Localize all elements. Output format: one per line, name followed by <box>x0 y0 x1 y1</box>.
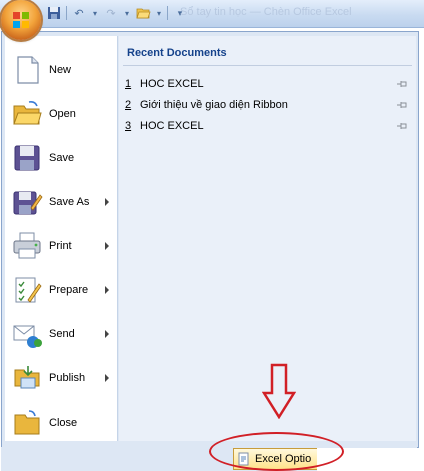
recent-documents-heading: Recent Documents <box>127 47 227 59</box>
recent-document-item[interactable]: 2 Giới thiệu về giao diện Ribbon <box>125 96 410 114</box>
menu-item-label: Save <box>49 152 75 164</box>
cropped-area <box>317 448 424 471</box>
save-as-icon <box>13 191 43 215</box>
menu-item-label: Publish <box>49 372 86 384</box>
open-icon[interactable] <box>135 5 151 21</box>
menu-item-open[interactable]: Open <box>5 93 117 135</box>
red-arrow-annotation <box>262 363 296 419</box>
publish-icon <box>14 366 40 389</box>
pin-icon[interactable] <box>396 121 408 131</box>
menu-item-label: Prepare <box>49 284 89 296</box>
qat-separator <box>66 6 67 20</box>
command-list: New Open Save Save As Print Prepare Send… <box>5 36 118 441</box>
title-bar: ↶ ▾ ↷ ▾ ▾ ▾ Sổ tay tin học — Chèn Office… <box>0 0 424 28</box>
pin-icon[interactable] <box>396 100 408 110</box>
menu-item-label: Save As <box>49 196 90 208</box>
menu-item-print[interactable]: Print <box>5 225 117 267</box>
quick-access-toolbar: ↶ ▾ ↷ ▾ ▾ ▾ <box>46 4 188 22</box>
menu-item-save[interactable]: Save <box>5 137 117 179</box>
menu-item-label: Send <box>49 328 75 340</box>
recent-document-item[interactable]: 3 HOC EXCEL <box>125 117 410 135</box>
open-folder-icon <box>13 101 42 125</box>
submenu-arrow-icon <box>105 198 109 206</box>
printer-icon <box>13 232 41 259</box>
menu-item-label: Print <box>49 240 72 252</box>
undo-icon[interactable]: ↶ <box>71 5 87 21</box>
menu-item-save-as[interactable]: Save As <box>5 181 117 223</box>
pin-icon[interactable] <box>396 79 408 89</box>
heading-divider <box>123 65 412 66</box>
submenu-arrow-icon <box>105 330 109 338</box>
recent-document-item[interactable]: 1 HOC EXCEL <box>125 75 410 93</box>
floppy-save-icon <box>14 145 40 171</box>
document-name: HOC EXCEL <box>140 78 204 90</box>
document-number: 2 <box>125 99 132 111</box>
excel-options-button[interactable]: Excel Optio <box>233 448 318 470</box>
submenu-arrow-icon <box>105 286 109 294</box>
prepare-checklist-icon <box>15 277 42 303</box>
redo-dropdown-icon[interactable]: ▾ <box>123 5 131 21</box>
undo-dropdown-icon[interactable]: ▾ <box>91 5 99 21</box>
submenu-arrow-icon <box>105 242 109 250</box>
close-folder-icon <box>14 410 40 435</box>
submenu-arrow-icon <box>105 374 109 382</box>
menu-item-label: Open <box>49 108 76 120</box>
window-title: Sổ tay tin học — Chèn Office Excel <box>180 6 352 18</box>
office-logo-icon <box>13 12 29 28</box>
document-number: 1 <box>125 78 132 90</box>
menu-item-label: New <box>49 64 72 76</box>
new-document-icon <box>17 56 39 84</box>
document-name: HOC EXCEL <box>140 120 204 132</box>
send-envelope-icon <box>13 325 42 348</box>
office-menu: New Open Save Save As Print Prepare Send… <box>1 31 419 448</box>
menu-item-send[interactable]: Send <box>5 313 117 355</box>
save-icon[interactable] <box>46 5 62 21</box>
menu-item-publish[interactable]: Publish <box>5 357 117 399</box>
menu-item-label: Close <box>49 417 78 429</box>
qat-separator <box>167 6 168 20</box>
menu-item-new[interactable]: New <box>5 49 117 91</box>
office-button[interactable] <box>1 0 41 40</box>
open-dropdown-icon[interactable]: ▾ <box>155 5 163 21</box>
menu-item-prepare[interactable]: Prepare <box>5 269 117 311</box>
options-document-icon <box>238 452 249 466</box>
document-number: 3 <box>125 120 132 132</box>
excel-options-label: Excel Optio <box>255 453 312 465</box>
document-name: Giới thiệu về giao diện Ribbon <box>140 99 288 111</box>
menu-item-close[interactable]: Close <box>5 402 117 444</box>
redo-icon[interactable]: ↷ <box>103 5 119 21</box>
